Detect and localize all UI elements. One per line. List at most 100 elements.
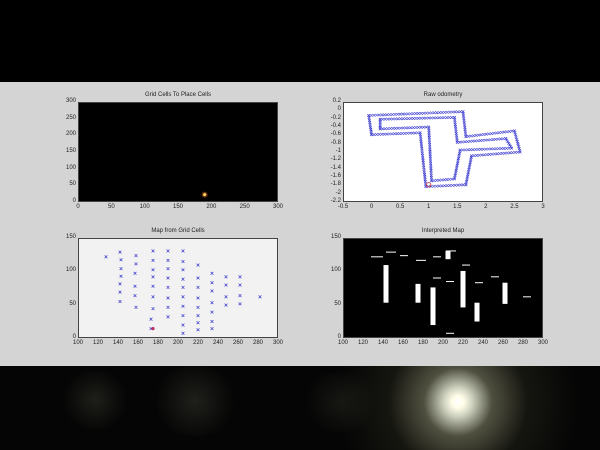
y-tick-label: 100 xyxy=(330,267,341,274)
odometry-marker xyxy=(385,113,389,117)
odometry-marker xyxy=(403,131,407,135)
odometry-marker xyxy=(442,116,446,120)
odometry-marker xyxy=(490,152,494,156)
odometry-marker xyxy=(367,113,371,117)
grid-map-point xyxy=(210,326,214,331)
odometry-marker xyxy=(410,131,414,135)
y-tick-label: -0.2 xyxy=(330,114,341,121)
odometry-marker xyxy=(487,132,491,136)
odometry-marker xyxy=(414,125,418,130)
x-tick-label: 280 xyxy=(252,340,263,346)
odometry-marker xyxy=(476,139,480,143)
odometry-marker xyxy=(465,140,470,144)
grid-map-point xyxy=(151,258,155,263)
odometry-marker xyxy=(471,148,475,152)
grid-map-point xyxy=(166,258,170,263)
x-tick-label: 180 xyxy=(417,340,428,346)
odometry-marker xyxy=(484,147,488,151)
odometry-marker xyxy=(498,152,502,156)
grid-map-point xyxy=(104,255,108,259)
x-tick-label: 140 xyxy=(377,340,388,346)
grid-map-point xyxy=(181,323,185,327)
grid-map-point xyxy=(181,295,185,299)
grid-map-point xyxy=(181,331,185,335)
y-tick-label: 150 xyxy=(65,234,76,240)
y-tick-label: 100 xyxy=(65,164,76,171)
odometry-marker xyxy=(383,117,387,121)
grid-map-point xyxy=(166,315,170,319)
x-tick-label: 2 xyxy=(484,204,488,210)
odometry-marker xyxy=(400,131,404,135)
y-tick-label: 0 xyxy=(72,334,76,340)
odometry-marker xyxy=(456,110,460,114)
interpreted-map-vertical-wall xyxy=(502,282,508,304)
odometry-marker xyxy=(486,138,490,142)
odometry-marker xyxy=(455,140,459,144)
odometry-marker xyxy=(369,113,373,117)
odometry-marker xyxy=(404,126,408,130)
grid-map-point xyxy=(181,268,185,272)
interpreted-map-vertical-wall xyxy=(383,265,389,303)
odometry-marker xyxy=(396,112,400,116)
odometry-marker xyxy=(489,138,493,142)
odometry-marker xyxy=(401,112,405,116)
odometry-marker xyxy=(480,153,484,157)
grid-map-point xyxy=(133,293,137,298)
odometry-marker xyxy=(497,147,501,151)
x-tick-label: 200 xyxy=(172,340,183,346)
x-tick-label: 200 xyxy=(437,340,448,346)
x-tick-label: 100 xyxy=(337,340,348,346)
x-tick-label: 300 xyxy=(272,204,283,210)
odometry-marker xyxy=(424,125,428,129)
grid-map-point xyxy=(210,301,214,305)
odometry-marker xyxy=(401,117,405,121)
odometry-marker xyxy=(419,125,423,129)
x-tick-label: 140 xyxy=(112,340,123,346)
odometry-marker xyxy=(463,140,467,144)
odometry-marker xyxy=(382,132,386,136)
odometry-marker xyxy=(451,110,455,114)
odometry-marker xyxy=(458,110,462,114)
odometry-marker xyxy=(507,146,511,150)
odometry-marker xyxy=(478,139,482,143)
odometry-marker xyxy=(442,178,446,182)
odometry-marker xyxy=(474,133,478,137)
grid-map-point xyxy=(196,313,200,318)
odometry-marker xyxy=(404,117,408,121)
odometry-marker xyxy=(427,125,431,129)
interpreted-map-vertical-wall xyxy=(460,270,466,308)
grid-map-point xyxy=(258,295,262,299)
odometry-marker xyxy=(471,139,475,143)
y-tick-label: -0.4 xyxy=(330,123,341,129)
odometry-marker xyxy=(375,132,379,137)
odometry-marker xyxy=(435,111,439,115)
grid-map-point xyxy=(210,281,214,285)
odometry-marker xyxy=(447,116,451,120)
grid-map-point xyxy=(238,293,242,298)
odometry-marker xyxy=(495,131,499,135)
odometry-marker xyxy=(472,134,476,138)
odometry-marker xyxy=(377,113,381,117)
grid-map-point xyxy=(166,285,170,290)
grid-map-point xyxy=(181,313,185,318)
odometry-marker xyxy=(483,138,487,142)
odometry-marker xyxy=(472,154,476,158)
grid-map-point xyxy=(210,271,214,275)
odometry-marker xyxy=(484,132,488,136)
odometry-marker xyxy=(494,147,498,151)
odometry-marker xyxy=(437,184,441,188)
odometry-marker xyxy=(437,116,441,120)
odometry-marker xyxy=(510,151,514,155)
odometry-marker xyxy=(445,184,449,188)
y-tick-label: -1.6 xyxy=(330,173,341,179)
x-tick-label: 240 xyxy=(477,340,488,346)
odometry-marker xyxy=(380,132,384,136)
odometry-marker xyxy=(377,132,381,136)
grid-map-point xyxy=(151,275,155,279)
y-tick-label: 50 xyxy=(69,300,76,307)
odometry-marker xyxy=(394,117,398,121)
odometry-marker xyxy=(493,152,497,156)
odometry-marker xyxy=(461,183,465,187)
figure-window: Grid Cells To Place Cells 0 50 100 150 200 25… xyxy=(0,82,600,366)
grid-map-point xyxy=(151,268,155,272)
